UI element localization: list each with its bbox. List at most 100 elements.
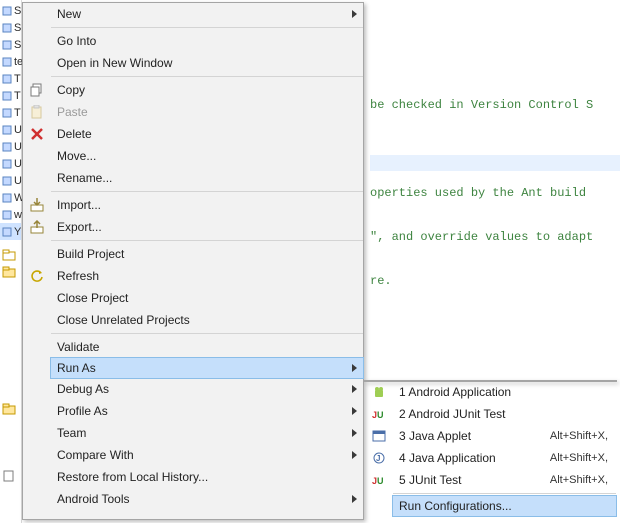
tree-node-label: S bbox=[14, 39, 21, 51]
tree-node[interactable]: te bbox=[0, 53, 21, 70]
menu-item-go-into[interactable]: Go Into bbox=[51, 30, 363, 52]
menu-label: Validate bbox=[57, 340, 99, 354]
menu-shortcut: Alt+Shift+X, bbox=[550, 452, 608, 464]
tree-node[interactable]: T bbox=[0, 87, 21, 104]
tree-node-label: U bbox=[14, 124, 22, 136]
menu-label: New bbox=[57, 7, 81, 21]
editor-line: ", and override values to adapt bbox=[370, 230, 620, 246]
run-as-submenu[interactable]: 1 Android Application JU 2 Android JUnit… bbox=[364, 380, 617, 382]
menu-separator bbox=[51, 333, 363, 334]
menu-item-run-as[interactable]: Run As bbox=[50, 357, 364, 379]
delete-icon bbox=[29, 126, 45, 142]
submenu-item-java-app[interactable]: J 4 Java Application Alt+Shift+X, bbox=[393, 447, 616, 469]
submenu-item-junit-test[interactable]: JU 5 JUnit Test Alt+Shift+X, bbox=[393, 469, 616, 491]
context-menu[interactable]: New Go Into Open in New Window Copy Past… bbox=[22, 2, 364, 520]
menu-item-rename[interactable]: Rename... bbox=[51, 167, 363, 189]
submenu-arrow-icon bbox=[352, 429, 357, 437]
junit-icon: JU bbox=[371, 406, 387, 422]
submenu-item-run-configurations[interactable]: Run Configurations... bbox=[392, 495, 617, 517]
tree-node[interactable]: U bbox=[0, 172, 21, 189]
tree-node[interactable]: S bbox=[0, 36, 21, 53]
paste-icon bbox=[29, 104, 45, 120]
menu-label: Move... bbox=[57, 149, 96, 163]
menu-label: Close Project bbox=[57, 291, 128, 305]
tree-node[interactable]: T bbox=[0, 104, 21, 121]
tree-node[interactable]: S bbox=[0, 19, 21, 36]
menu-label: 1 Android Application bbox=[399, 385, 511, 399]
submenu-item-android-app[interactable]: 1 Android Application bbox=[393, 381, 616, 403]
svg-text:JU: JU bbox=[372, 410, 384, 420]
tree-node[interactable]: U bbox=[0, 155, 21, 172]
menu-label: Build Project bbox=[57, 247, 124, 261]
tree-node-label: U bbox=[14, 175, 22, 187]
tree-node-label: S bbox=[14, 5, 21, 17]
menu-item-move[interactable]: Move... bbox=[51, 145, 363, 167]
submenu-arrow-icon bbox=[352, 407, 357, 415]
tree-node-label: U bbox=[14, 141, 22, 153]
project-explorer[interactable]: S S S te T T T U U U U W bbox=[0, 0, 22, 523]
file-icon bbox=[2, 470, 16, 482]
submenu-arrow-icon bbox=[352, 10, 357, 18]
tree-node-label: Y bbox=[14, 226, 21, 238]
tree-node[interactable] bbox=[0, 246, 21, 263]
submenu-arrow-icon bbox=[352, 495, 357, 503]
menu-label: Rename... bbox=[57, 171, 112, 185]
menu-item-open-new-window[interactable]: Open in New Window bbox=[51, 52, 363, 74]
menu-item-import[interactable]: Import... bbox=[51, 194, 363, 216]
menu-label: Profile As bbox=[57, 404, 108, 418]
menu-item-export[interactable]: Export... bbox=[51, 216, 363, 238]
menu-label: Restore from Local History... bbox=[57, 470, 208, 484]
menu-item-paste: Paste bbox=[51, 101, 363, 123]
submenu-item-android-junit[interactable]: JU 2 Android JUnit Test bbox=[393, 403, 616, 425]
tree-node[interactable] bbox=[0, 400, 21, 417]
tree-node[interactable]: W bbox=[0, 189, 21, 206]
menu-item-team[interactable]: Team bbox=[51, 422, 363, 444]
copy-icon bbox=[29, 82, 45, 98]
menu-item-copy[interactable]: Copy bbox=[51, 79, 363, 101]
tree-node[interactable]: T bbox=[0, 70, 21, 87]
svg-text:JU: JU bbox=[372, 476, 384, 486]
menu-label: Team bbox=[57, 426, 86, 440]
menu-label: Go Into bbox=[57, 34, 96, 48]
tree-node-label: T bbox=[14, 90, 21, 102]
junit-icon: JU bbox=[371, 472, 387, 488]
menu-label: Close Unrelated Projects bbox=[57, 313, 190, 327]
menu-item-debug-as[interactable]: Debug As bbox=[51, 378, 363, 400]
menu-label: Paste bbox=[57, 105, 88, 119]
submenu-arrow-icon bbox=[352, 451, 357, 459]
menu-item-close-project[interactable]: Close Project bbox=[51, 287, 363, 309]
menu-item-refresh[interactable]: Refresh bbox=[51, 265, 363, 287]
tree-node[interactable]: w bbox=[0, 206, 21, 223]
menu-label: 3 Java Applet bbox=[399, 429, 471, 443]
menu-item-close-unrelated[interactable]: Close Unrelated Projects bbox=[51, 309, 363, 331]
menu-item-compare-with[interactable]: Compare With bbox=[51, 444, 363, 466]
editor-line: operties used by the Ant build bbox=[370, 186, 620, 202]
menu-separator bbox=[393, 493, 616, 494]
menu-label: Import... bbox=[57, 198, 101, 212]
applet-icon bbox=[371, 428, 387, 444]
tree-node-label: T bbox=[14, 107, 21, 119]
tree-node-selected[interactable]: Y bbox=[0, 223, 21, 240]
menu-separator bbox=[51, 191, 363, 192]
menu-icon-column bbox=[23, 3, 51, 519]
tree-node[interactable] bbox=[0, 263, 21, 280]
menu-item-build-project[interactable]: Build Project bbox=[51, 243, 363, 265]
folder-icon bbox=[2, 266, 16, 278]
menu-item-android-tools[interactable]: Android Tools bbox=[51, 488, 363, 510]
menu-label: 4 Java Application bbox=[399, 451, 496, 465]
tree-node-label: w bbox=[14, 209, 22, 221]
menu-item-validate[interactable]: Validate bbox=[51, 336, 363, 358]
submenu-item-java-applet[interactable]: 3 Java Applet Alt+Shift+X, bbox=[393, 425, 616, 447]
menu-item-delete[interactable]: Delete bbox=[51, 123, 363, 145]
menu-item-restore-history[interactable]: Restore from Local History... bbox=[51, 466, 363, 488]
tree-node[interactable]: U bbox=[0, 138, 21, 155]
tree-node[interactable] bbox=[0, 467, 21, 484]
tree-node[interactable]: U bbox=[0, 121, 21, 138]
tree-node[interactable]: S bbox=[0, 2, 21, 19]
refresh-icon bbox=[29, 268, 45, 284]
menu-item-profile-as[interactable]: Profile As bbox=[51, 400, 363, 422]
menu-label: Run Configurations... bbox=[399, 499, 512, 513]
menu-item-new[interactable]: New bbox=[51, 3, 363, 25]
tree-node-label: S bbox=[14, 22, 21, 34]
menu-label: Delete bbox=[57, 127, 92, 141]
